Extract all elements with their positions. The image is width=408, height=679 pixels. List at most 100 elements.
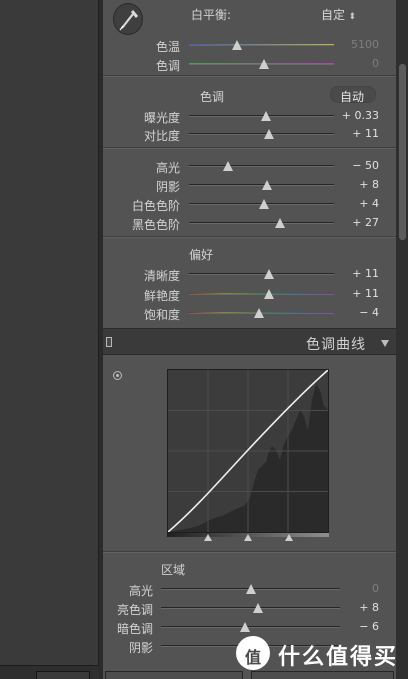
slider-track[interactable] bbox=[161, 626, 340, 628]
slider-track[interactable] bbox=[189, 273, 334, 275]
slider-label: 色温 bbox=[155, 40, 180, 54]
slider-label: 曝光度 bbox=[143, 111, 180, 125]
region-title: 区域 bbox=[161, 563, 186, 577]
auto-tone-button[interactable]: 自动 bbox=[330, 86, 376, 104]
slider-curve-darks[interactable]: 暗色调 − 6 bbox=[103, 618, 396, 636]
slider-thumb[interactable] bbox=[252, 603, 263, 613]
slider-thumb[interactable] bbox=[275, 218, 286, 228]
slider-value[interactable]: 5100 bbox=[351, 38, 379, 51]
curve-split-handle[interactable] bbox=[203, 534, 212, 541]
slider-value[interactable]: 0 bbox=[372, 582, 379, 595]
slider-vibrance[interactable]: 鲜艳度 + 11 bbox=[103, 285, 396, 303]
slider-track[interactable] bbox=[189, 133, 334, 135]
white-balance-value: 自定 bbox=[321, 8, 346, 22]
target-adjust-icon[interactable] bbox=[113, 371, 122, 380]
eyedropper-icon bbox=[119, 10, 139, 31]
slider-label: 高光 bbox=[155, 161, 180, 175]
slider-thumb[interactable] bbox=[259, 199, 270, 209]
watermark: 值 什么值得买 bbox=[236, 636, 401, 670]
slider-thumb[interactable] bbox=[263, 269, 274, 279]
divider bbox=[103, 551, 396, 553]
slider-value[interactable]: + 27 bbox=[352, 216, 379, 229]
slider-label: 鲜艳度 bbox=[143, 289, 180, 303]
bottom-buttons bbox=[103, 671, 396, 679]
left-bottom-box[interactable] bbox=[36, 671, 90, 679]
watermark-logo-mark: 值 bbox=[245, 648, 262, 667]
slider-label: 暗色调 bbox=[116, 622, 153, 636]
watermark-text: 什么值得买 bbox=[278, 645, 399, 670]
slider-value[interactable]: 0 bbox=[372, 57, 379, 70]
slider-highlights[interactable]: 高光 − 50 bbox=[103, 157, 396, 175]
divider bbox=[103, 236, 396, 238]
slider-track[interactable] bbox=[189, 165, 334, 167]
slider-tint[interactable]: 色调 0 bbox=[103, 55, 396, 73]
panel-toggle-icon[interactable] bbox=[106, 337, 112, 347]
slider-shadows[interactable]: 阴影 + 8 bbox=[103, 176, 396, 194]
divider bbox=[103, 75, 396, 77]
slider-thumb[interactable] bbox=[231, 40, 242, 50]
slider-temp[interactable]: 色温 5100 bbox=[103, 36, 396, 54]
slider-value[interactable]: + 11 bbox=[352, 267, 379, 280]
slider-thumb[interactable] bbox=[253, 308, 264, 318]
slider-thumb[interactable] bbox=[262, 180, 273, 190]
white-balance-picker[interactable] bbox=[113, 3, 143, 35]
slider-label: 黑色色阶 bbox=[131, 218, 180, 232]
develop-panel: 白平衡: 自定 ⬍ 色温 5100 色调 0 色调 自动 曝光度 + 0.33 … bbox=[103, 0, 396, 679]
slider-saturation[interactable]: 饱和度 − 4 bbox=[103, 304, 396, 322]
tone-curve-header[interactable]: 色调曲线 bbox=[103, 328, 396, 355]
slider-label: 清晰度 bbox=[143, 269, 180, 283]
curve-split-handle[interactable] bbox=[284, 534, 293, 541]
slider-value[interactable]: − 6 bbox=[359, 620, 379, 633]
slider-track[interactable] bbox=[189, 44, 334, 46]
slider-value[interactable]: + 8 bbox=[359, 601, 379, 614]
tone-curve-svg[interactable] bbox=[167, 369, 329, 533]
slider-label: 高光 bbox=[128, 584, 153, 598]
slider-clarity[interactable]: 清晰度 + 11 bbox=[103, 265, 396, 283]
tone-title: 色调 bbox=[200, 90, 225, 104]
slider-exposure[interactable]: 曝光度 + 0.33 bbox=[103, 107, 396, 125]
slider-track[interactable] bbox=[189, 293, 334, 295]
slider-thumb[interactable] bbox=[259, 59, 270, 69]
slider-thumb[interactable] bbox=[263, 129, 274, 139]
auto-tone-label: 自动 bbox=[340, 90, 365, 104]
presence-title: 偏好 bbox=[189, 248, 214, 262]
watermark-logo: 值 bbox=[236, 636, 270, 670]
slider-thumb[interactable] bbox=[263, 289, 274, 299]
slider-value[interactable]: − 4 bbox=[359, 306, 379, 319]
slider-label: 亮色调 bbox=[116, 603, 153, 617]
slider-value[interactable]: − 50 bbox=[352, 159, 379, 172]
slider-curve-highlights[interactable]: 高光 0 bbox=[103, 580, 396, 598]
slider-track[interactable] bbox=[161, 607, 340, 609]
slider-value[interactable]: + 11 bbox=[352, 287, 379, 300]
slider-label: 阴影 bbox=[128, 641, 153, 655]
slider-blacks[interactable]: 黑色色阶 + 27 bbox=[103, 214, 396, 232]
divider bbox=[103, 147, 396, 149]
scrollbar-thumb[interactable] bbox=[399, 64, 406, 240]
slider-track[interactable] bbox=[189, 222, 334, 224]
slider-value[interactable]: + 8 bbox=[359, 178, 379, 191]
slider-whites[interactable]: 白色色阶 + 4 bbox=[103, 195, 396, 213]
left-pane bbox=[0, 0, 99, 679]
updown-icon: ⬍ bbox=[348, 12, 357, 22]
collapse-arrow-icon[interactable] bbox=[381, 340, 389, 347]
tone-curve-graph[interactable] bbox=[167, 369, 329, 533]
white-balance-select[interactable]: 自定 ⬍ bbox=[321, 6, 356, 23]
slider-thumb[interactable] bbox=[260, 111, 271, 121]
tone-curve-title: 色调曲线 bbox=[306, 337, 366, 353]
slider-curve-lights[interactable]: 亮色调 + 8 bbox=[103, 599, 396, 617]
white-balance-label: 白平衡: bbox=[191, 8, 232, 22]
slider-thumb[interactable] bbox=[245, 584, 256, 594]
slider-value[interactable]: + 4 bbox=[359, 197, 379, 210]
slider-label: 对比度 bbox=[143, 129, 180, 143]
bottom-button-right[interactable] bbox=[251, 671, 394, 679]
slider-thumb[interactable] bbox=[240, 622, 251, 632]
slider-contrast[interactable]: 对比度 + 11 bbox=[103, 125, 396, 143]
slider-label: 阴影 bbox=[155, 180, 180, 194]
slider-value[interactable]: + 0.33 bbox=[342, 109, 379, 122]
curve-split-handle[interactable] bbox=[244, 534, 252, 541]
slider-label: 白色色阶 bbox=[131, 199, 180, 213]
slider-thumb[interactable] bbox=[223, 161, 234, 171]
slider-value[interactable]: + 11 bbox=[352, 127, 379, 140]
slider-label: 饱和度 bbox=[143, 308, 180, 322]
bottom-button-left[interactable] bbox=[105, 671, 243, 679]
